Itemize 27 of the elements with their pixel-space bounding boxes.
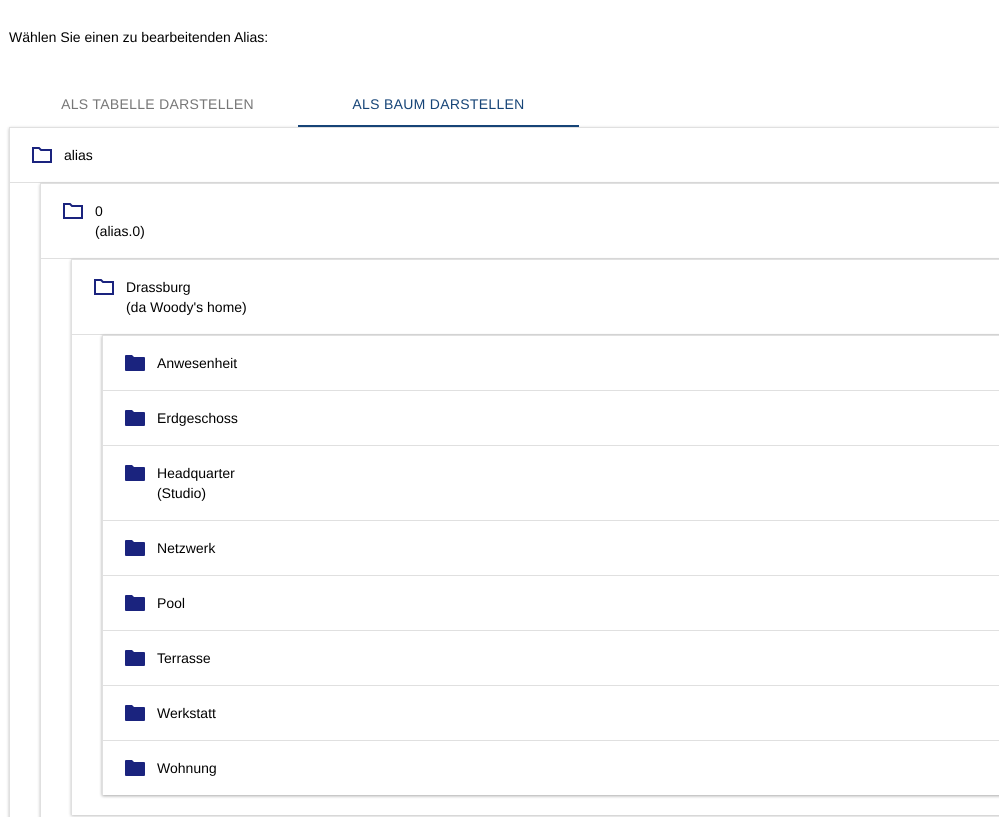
page-heading: Wählen Sie einen zu bearbeitenden Alias: xyxy=(9,28,270,47)
node-label: alias xyxy=(64,146,93,165)
node-subtitle: (Studio) xyxy=(157,484,208,503)
node-label: 0 xyxy=(95,202,104,221)
node-subtitle: (da Woody's home) xyxy=(126,298,247,317)
node-label: Terrasse xyxy=(157,649,211,668)
tree-node[interactable]: 0 (alias.0) Drassburg (da Woody's home) Anwesenheit Erdgeschoss Headquarter (Studio) Netzwerk Pool Terrasse Werkstatt Wohnung xyxy=(40,183,999,817)
folder-row[interactable]: Netzwerk xyxy=(103,521,999,576)
folder-row[interactable]: Terrasse xyxy=(103,631,999,686)
node-label: Netzwerk xyxy=(157,539,216,558)
folder-row[interactable]: Werkstatt xyxy=(103,686,999,741)
node-label: Werkstatt xyxy=(157,704,216,723)
node-label: Anwesenheit xyxy=(157,354,238,373)
node-label: Pool xyxy=(157,594,186,613)
tree-node[interactable]: alias 0 (alias.0) Drassburg (da Woody's home) Anwesenheit Erdgeschoss Headquarter (Studio) Netzwerk Pool Terrasse Werkstatt Wohnung xyxy=(9,127,999,817)
folder-row[interactable]: Anwesenheit xyxy=(103,336,999,391)
folder-row[interactable]: Erdgeschoss xyxy=(103,391,999,446)
folder-row[interactable]: Headquarter (Studio) xyxy=(103,446,999,521)
view-tab[interactable]: ALS TABELLE DARSTELLEN xyxy=(17,83,298,127)
node-subtitle: (alias.0) xyxy=(95,222,145,241)
node-label: Headquarter xyxy=(157,464,235,483)
folder-row[interactable]: Wohnung xyxy=(103,741,999,795)
node-label: Erdgeschoss xyxy=(157,409,238,428)
tree-node[interactable]: Drassburg (da Woody's home) Anwesenheit Erdgeschoss Headquarter (Studio) Netzwerk Pool Terrasse Werkstatt Wohnung xyxy=(71,259,999,815)
node-label: Wohnung xyxy=(157,759,217,778)
folder-row[interactable]: Pool xyxy=(103,576,999,631)
node-label: Drassburg xyxy=(126,278,192,297)
